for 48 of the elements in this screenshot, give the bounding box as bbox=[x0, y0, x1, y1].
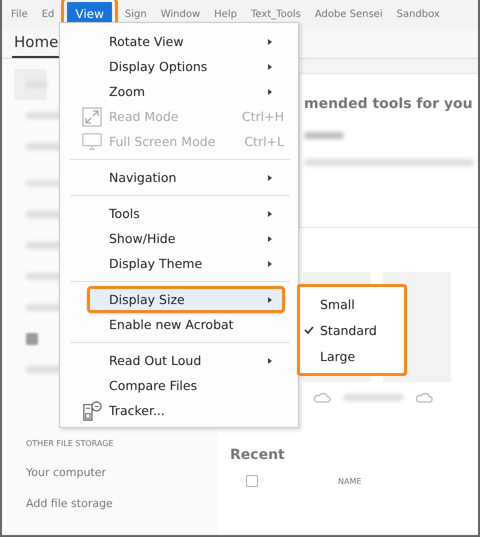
menu-item[interactable]: Read Out Loud bbox=[60, 348, 298, 373]
blurred-label bbox=[26, 81, 47, 88]
sidebar-item[interactable]: Add file storage bbox=[26, 497, 217, 510]
checkbox[interactable] bbox=[246, 475, 258, 487]
menu-bar-item[interactable]: Ed bbox=[34, 6, 62, 22]
blurred-label bbox=[304, 132, 344, 139]
menu-item[interactable]: Display Size bbox=[88, 287, 284, 312]
menu-item[interactable]: Display Options bbox=[60, 54, 298, 79]
column-header: NAME bbox=[338, 476, 362, 486]
menu-bar-item[interactable]: Sandbox bbox=[390, 6, 447, 22]
submenu-arrow-icon bbox=[268, 260, 272, 266]
section-heading: Recent bbox=[230, 447, 286, 463]
menu-item[interactable]: Navigation bbox=[60, 165, 298, 190]
sidebar-item[interactable]: Your computer bbox=[26, 466, 217, 479]
menu-bar-item[interactable]: File bbox=[4, 6, 35, 22]
menu-item[interactable]: Enable new Acrobat bbox=[60, 312, 298, 337]
section-label: OTHER FILE STORAGE bbox=[26, 439, 114, 448]
menu-item[interactable]: Display Theme bbox=[60, 251, 298, 276]
blurred-icon bbox=[26, 332, 38, 344]
blurred-label bbox=[343, 394, 403, 401]
menu-item[interactable]: Compare Files bbox=[60, 373, 298, 398]
menu-item[interactable]: Zoom bbox=[60, 79, 298, 104]
expand-icon bbox=[82, 106, 102, 126]
monitor-icon bbox=[82, 132, 102, 152]
menu-item[interactable]: Rotate View bbox=[60, 29, 298, 54]
tracker-icon bbox=[82, 400, 102, 420]
menu-item[interactable]: Tools bbox=[60, 201, 298, 226]
submenu-arrow-icon bbox=[268, 174, 272, 180]
menu-bar-item[interactable]: Sign bbox=[118, 6, 154, 22]
menu-bar-item[interactable]: Window bbox=[154, 6, 208, 22]
submenu-arrow-icon bbox=[268, 296, 272, 302]
submenu-arrow-icon bbox=[268, 88, 272, 94]
menu-bar-item[interactable]: Text_Tools bbox=[244, 6, 308, 22]
menu-item[interactable]: Show/Hide bbox=[60, 226, 298, 251]
menu-bar-item[interactable]: Help bbox=[207, 6, 244, 22]
menu-item[interactable]: Standard bbox=[298, 317, 406, 343]
section-heading: mended tools for you bbox=[304, 96, 474, 112]
submenu-arrow-icon bbox=[268, 38, 272, 44]
menu-item[interactable]: Large bbox=[298, 343, 406, 369]
cloud-icon bbox=[313, 392, 331, 403]
menu-bar-item[interactable]: Adobe Sensei bbox=[308, 6, 390, 22]
submenu-arrow-icon bbox=[268, 358, 272, 364]
cloud-icon bbox=[415, 392, 433, 403]
menu-item[interactable]: Small bbox=[298, 291, 406, 317]
submenu-arrow-icon bbox=[268, 64, 272, 70]
submenu-arrow-icon bbox=[268, 236, 272, 242]
menu-item[interactable]: Tracker... bbox=[60, 398, 298, 423]
submenu-arrow-icon bbox=[268, 210, 272, 216]
